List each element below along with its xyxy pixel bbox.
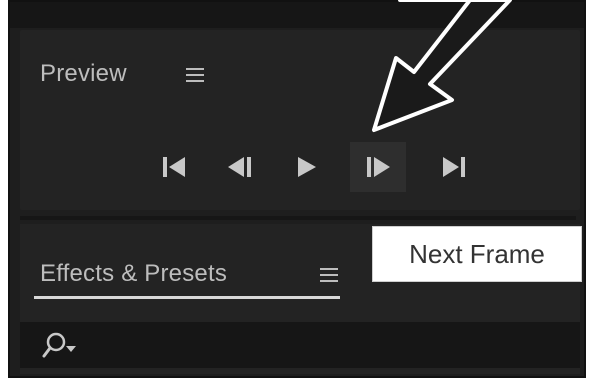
next-frame-button[interactable]	[350, 142, 406, 192]
previous-frame-button[interactable]	[212, 142, 268, 192]
skip-to-end-icon	[443, 157, 465, 177]
active-tab-underline	[34, 296, 340, 299]
preview-panel-menu-icon[interactable]	[186, 68, 204, 82]
next-frame-tooltip: Next Frame	[372, 226, 582, 282]
skip-to-start-icon	[163, 157, 185, 177]
effects-presets-tab[interactable]: Effects & Presets	[40, 260, 227, 288]
last-frame-button[interactable]	[426, 142, 482, 192]
effects-search-input[interactable]	[20, 322, 580, 368]
effects-panel-menu-icon[interactable]	[320, 268, 338, 282]
playback-controls	[146, 142, 476, 192]
tooltip-text: Next Frame	[409, 238, 545, 269]
preview-panel-title: Preview	[40, 60, 127, 87]
panel-divider	[20, 216, 576, 220]
first-frame-button[interactable]	[146, 142, 202, 192]
play-button[interactable]	[278, 142, 334, 192]
step-forward-icon	[367, 157, 390, 177]
annotation-arrow	[372, 0, 512, 132]
search-dropdown-icon[interactable]	[42, 330, 86, 360]
play-icon	[298, 157, 316, 177]
step-back-icon	[228, 157, 251, 177]
